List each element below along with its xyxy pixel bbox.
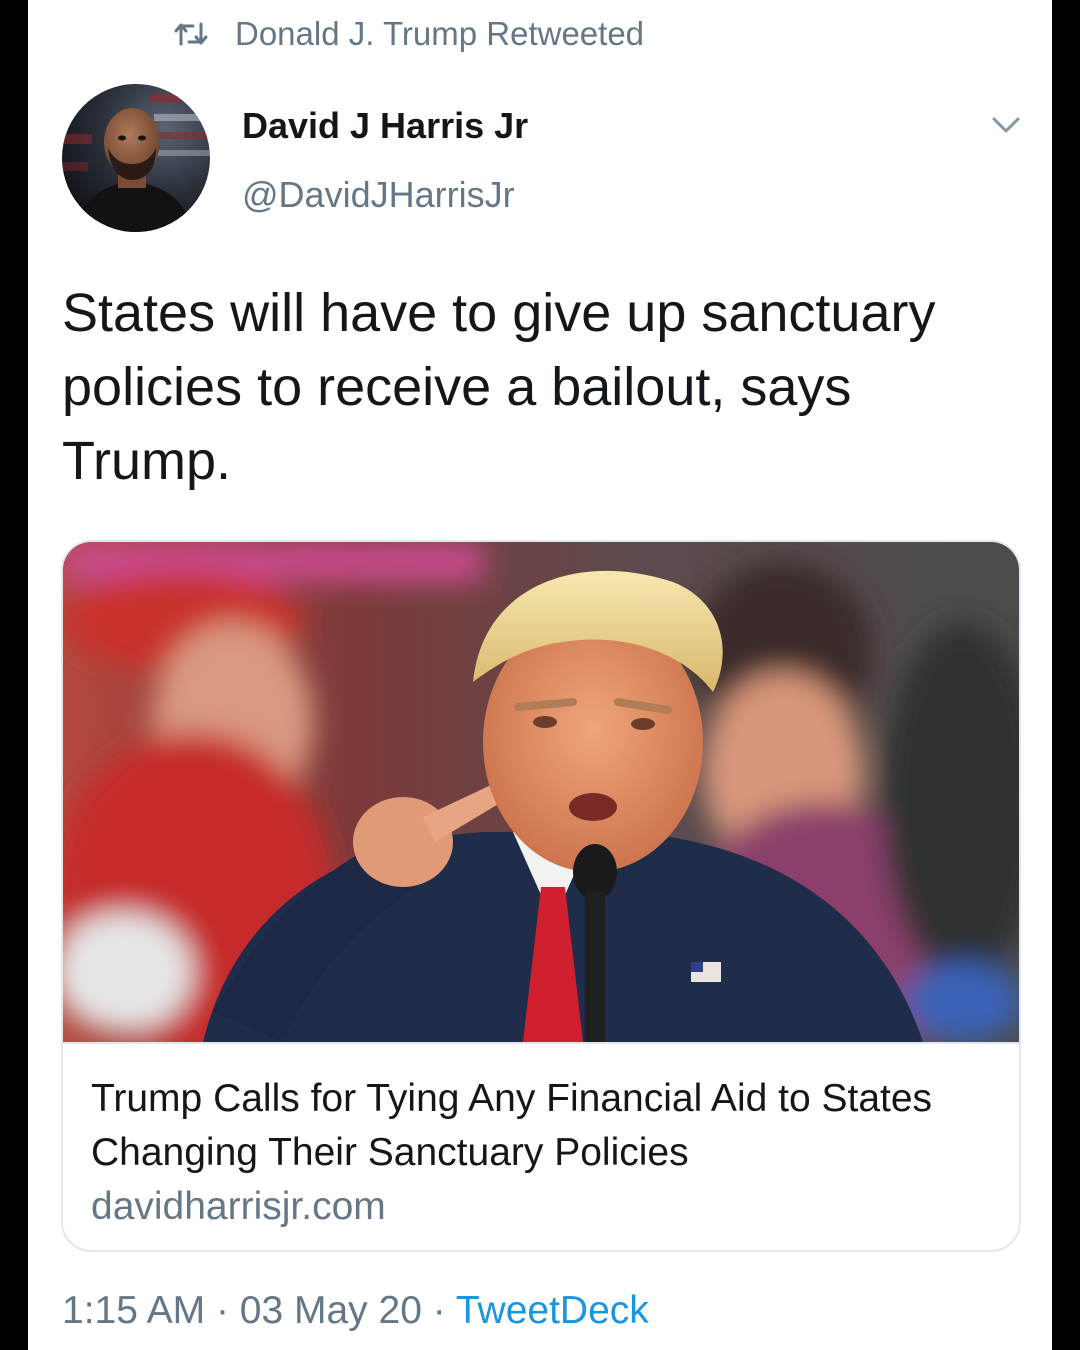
avatar-photo xyxy=(62,84,210,232)
link-preview-photo xyxy=(63,542,1019,1044)
retweet-label: Donald J. Trump Retweeted xyxy=(235,15,645,52)
card-title: Trump Calls for Tying Any Financial Aid … xyxy=(91,1077,933,1174)
chevron-down-icon[interactable] xyxy=(986,110,1026,140)
user-handle[interactable]: @DavidJHarrisJr xyxy=(242,174,515,216)
tweet-text: States will have to give up sanctuary po… xyxy=(62,283,936,491)
tweet-time: 1:15 AM xyxy=(62,1289,206,1332)
display-name[interactable]: David J Harris Jr xyxy=(242,105,528,147)
card-domain: davidharrisjr.com xyxy=(91,1185,386,1228)
tweet-metadata: 1:15 AM · 03 May 20 · TweetDeck xyxy=(62,1286,649,1336)
meta-separator: · xyxy=(215,1289,229,1332)
tweet-source-link[interactable]: TweetDeck xyxy=(456,1289,649,1332)
retweet-icon xyxy=(174,22,208,46)
tweet-date: 03 May 20 xyxy=(239,1289,422,1332)
avatar[interactable] xyxy=(62,84,210,232)
meta-separator: · xyxy=(432,1289,446,1332)
tweet-container: Donald J. Trump Retweeted David J Harris… xyxy=(28,0,1052,1350)
link-preview-card[interactable]: Trump Calls for Tying Any Financial Aid … xyxy=(61,540,1021,1252)
retweet-context: Donald J. Trump Retweeted xyxy=(173,14,644,54)
